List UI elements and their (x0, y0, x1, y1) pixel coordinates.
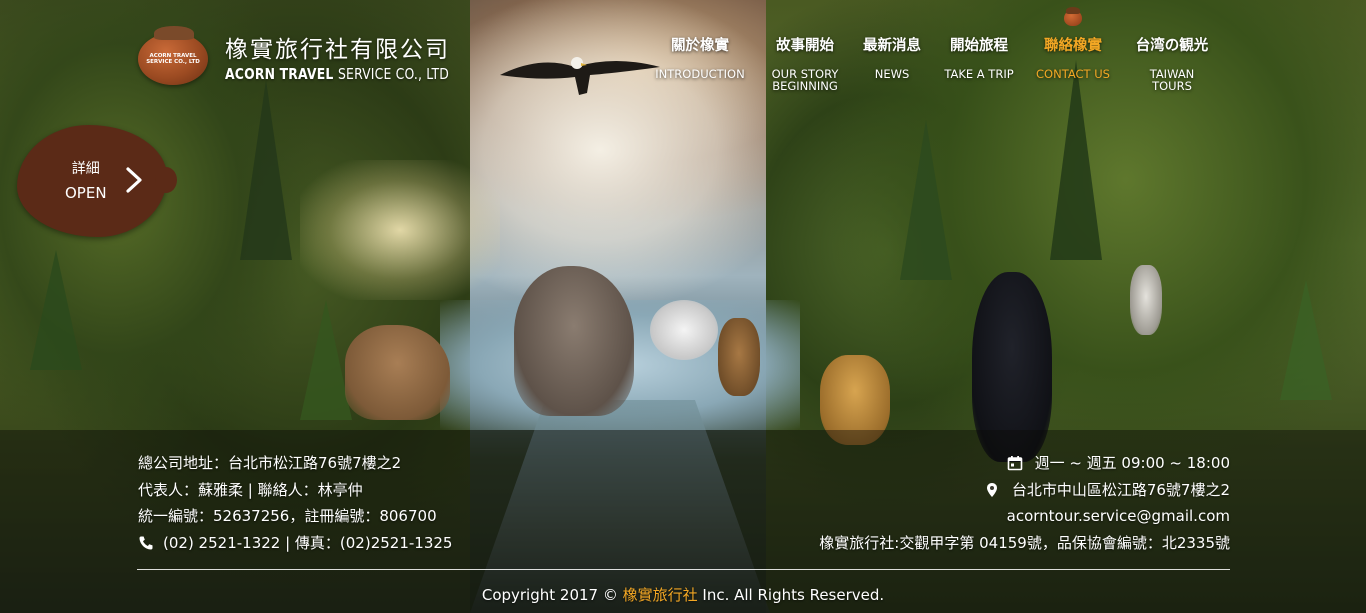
nav-item-news[interactable]: 最新消息 NEWS (856, 34, 928, 80)
company-name-en-thin: SERVICE CO., LTD (337, 65, 449, 83)
nav-item-taiwan-tours[interactable]: 台湾の観光 TAIWAN TOURS (1128, 34, 1216, 92)
footer-contact-info: 週一 ~ 週五 09:00 ~ 18:00 台北市中山區松江路76號7樓之2 a… (819, 450, 1230, 556)
footer-hours: 週一 ~ 週五 09:00 ~ 18:00 (1034, 454, 1230, 472)
company-name-en: ACORN TRAVEL SERVICE CO., LTD (225, 65, 449, 83)
nav-item-en: TAIWAN TOURS (1149, 67, 1195, 93)
nav-item-contact-us[interactable]: 聯絡橡實 CONTACT US (1030, 34, 1116, 80)
chevron-right-icon (126, 167, 142, 193)
nav-item-zh: 台湾の観光 (1135, 38, 1209, 54)
pine-tree (900, 120, 952, 280)
phone-icon (139, 536, 153, 550)
nav-item-en: INTRODUCTION (655, 67, 745, 81)
deer-figure (718, 318, 760, 396)
footer-tax-id: 統一編號：52637256，註冊編號：806700 (138, 507, 437, 525)
logo-badge-line2: SERVICE CO., LTD (146, 59, 200, 65)
footer-email[interactable]: acorntour.service@gmail.com (819, 503, 1230, 530)
logo-text[interactable]: 橡實旅行社有限公司 ACORN TRAVEL SERVICE CO., LTD (225, 30, 468, 83)
footer-hours-row: 週一 ~ 週五 09:00 ~ 18:00 (819, 450, 1230, 477)
footer-address: 總公司地址：台北市松江路76號7樓之2 (138, 454, 402, 472)
nav-item-zh: 最新消息 (863, 38, 921, 54)
copyright-suffix: Inc. All Rights Reserved. (697, 586, 885, 604)
footer-divider (137, 569, 1230, 570)
nav-item-zh: 關於橡實 (671, 38, 729, 54)
calendar-icon (1007, 456, 1022, 471)
logo-badge[interactable]: ACORN TRAVEL SERVICE CO., LTD (138, 26, 208, 85)
footer-representative: 代表人：蘇雅柔 | 聯絡人：林亭仲 (138, 480, 363, 499)
crane-figure (650, 300, 718, 360)
nav-item-en: CONTACT US (1036, 67, 1110, 81)
copyright: Copyright 2017 © 橡實旅行社 Inc. All Rights R… (0, 584, 1366, 605)
nav-item-en: NEWS (874, 67, 910, 81)
nav-item-zh: 開始旅程 (950, 38, 1008, 54)
footer-phone-row: (02) 2521-1322 | 傳真：(02)2521-1325 (138, 530, 452, 557)
elephant-figure (514, 266, 634, 416)
nav-item-take-a-trip[interactable]: 開始旅程 TAKE A TRIP (939, 34, 1019, 80)
nav-item-en: TAKE A TRIP (944, 67, 1014, 81)
open-tab-label: 詳細 OPEN (65, 157, 107, 205)
nav-item-zh: 聯絡橡實 (1044, 38, 1102, 54)
wolf-figure (1130, 265, 1162, 335)
open-details-button[interactable]: 詳細 OPEN (17, 125, 177, 237)
pine-tree (30, 250, 82, 370)
footer-license: 橡實旅行社:交觀甲字第 04159號，品保協會編號：北2335號 (819, 533, 1230, 552)
copyright-brand[interactable]: 橡實旅行社 (623, 586, 698, 604)
pine-tree (1280, 280, 1332, 400)
nav-item-introduction[interactable]: 關於橡實 INTRODUCTION (654, 34, 746, 80)
company-name-en-bold: ACORN TRAVEL (225, 65, 338, 83)
footer-location: 台北市中山區松江路76號7樓之2 (1011, 480, 1230, 499)
footer-phone-fax[interactable]: (02) 2521-1322 | 傳真：(02)2521-1325 (163, 530, 452, 557)
footer-company-info: 總公司地址：台北市松江路76號7樓之2 代表人：蘇雅柔 | 聯絡人：林亭仲 統一… (138, 450, 452, 556)
pine-tree (240, 80, 292, 260)
acorn-active-indicator-icon (1064, 7, 1082, 26)
location-pin-icon (986, 482, 997, 497)
horse-figure (345, 325, 450, 420)
footer-location-row: 台北市中山區松江路76號7樓之2 (819, 477, 1230, 504)
nav-item-our-story[interactable]: 故事開始 OUR STORY BEGINNING (761, 34, 849, 92)
sun-glow (300, 160, 500, 300)
acorn-cap-icon (154, 26, 194, 40)
copyright-prefix: Copyright 2017 © (481, 586, 623, 604)
open-tab-label-zh: 詳細 (71, 161, 100, 177)
open-tab-label-en: OPEN (65, 184, 107, 202)
company-name-zh: 橡實旅行社有限公司 (225, 37, 450, 63)
nav-item-en: OUR STORY BEGINNING (771, 67, 839, 93)
main-nav: 關於橡實 INTRODUCTION 故事開始 OUR STORY BEGINNI… (640, 7, 1240, 104)
nav-item-zh: 故事開始 (776, 38, 834, 54)
